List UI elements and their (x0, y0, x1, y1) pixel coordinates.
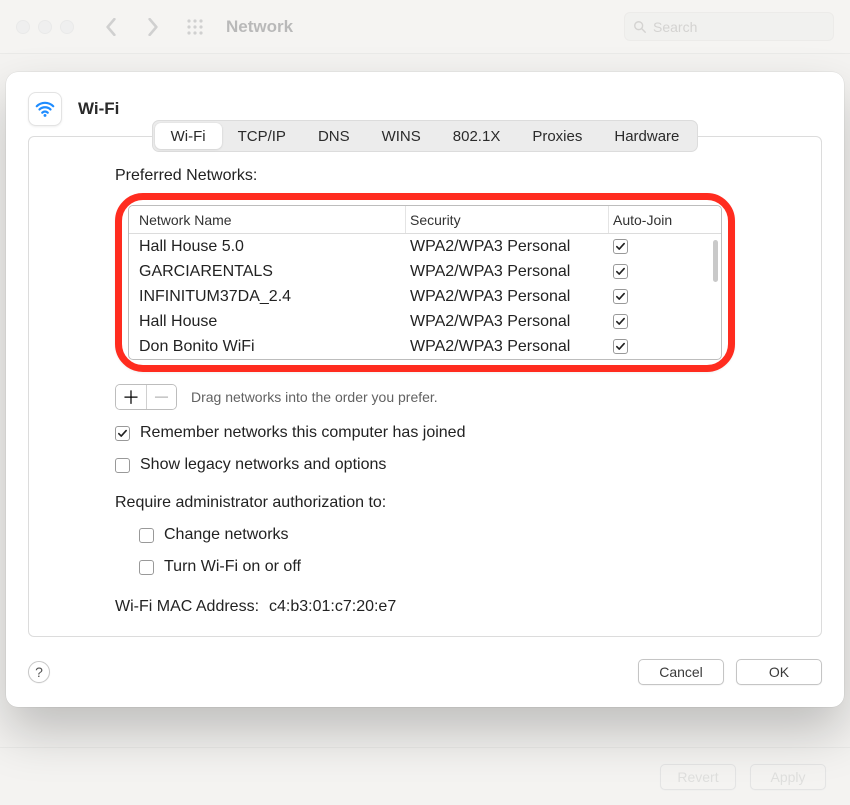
tab-hardware[interactable]: Hardware (598, 123, 695, 149)
forward-button[interactable] (138, 14, 168, 40)
back-button[interactable] (96, 14, 126, 40)
show-legacy-label: Show legacy networks and options (140, 456, 386, 474)
annotation-highlight: Network Name Security Auto-Join Hall Hou… (115, 193, 735, 372)
grid-icon (186, 18, 204, 36)
autojoin-checkbox[interactable] (613, 314, 628, 329)
system-preferences-window: Network Search Revert Apply Wi-Fi Wi-FiT… (0, 0, 850, 805)
autojoin-checkbox[interactable] (613, 239, 628, 254)
traffic-lights (16, 20, 74, 34)
scrollbar-thumb[interactable] (713, 240, 718, 282)
preferred-networks-label: Preferred Networks: (115, 167, 735, 185)
apply-button[interactable]: Apply (750, 764, 826, 790)
remember-networks-label: Remember networks this computer has join… (140, 424, 465, 442)
sheet-title: Wi-Fi (78, 99, 119, 119)
table-row[interactable]: Hall HouseWPA2/WPA3 Personal (129, 309, 721, 334)
zoom-window-icon[interactable] (60, 20, 74, 34)
tab-dns[interactable]: DNS (302, 123, 366, 149)
table-row[interactable]: Don Bonito WiFiWPA2/WPA3 Personal (129, 334, 721, 359)
search-placeholder: Search (653, 19, 697, 35)
table-row[interactable]: INFINITUM37DA_2.4WPA2/WPA3 Personal (129, 284, 721, 309)
network-name: INFINITUM37DA_2.4 (129, 288, 406, 306)
network-name: GARCIARENTALS (129, 263, 406, 281)
tab-wins[interactable]: WINS (366, 123, 437, 149)
window-footer: Revert Apply (0, 747, 850, 805)
change-networks-checkbox[interactable] (139, 528, 154, 543)
mac-address-label: Wi-Fi MAC Address: (115, 598, 259, 616)
revert-button[interactable]: Revert (660, 764, 736, 790)
show-legacy-checkbox[interactable] (115, 458, 130, 473)
settings-panel: Wi-FiTCP/IPDNSWINS802.1XProxiesHardware … (28, 136, 822, 637)
network-security: WPA2/WPA3 Personal (406, 338, 609, 356)
chevron-right-icon (147, 18, 159, 36)
tab-wifi[interactable]: Wi-Fi (155, 123, 222, 149)
change-networks-label: Change networks (164, 526, 289, 544)
plus-icon: ＋ (122, 384, 140, 410)
window-title: Network (226, 17, 293, 37)
search-field[interactable]: Search (624, 12, 834, 41)
mac-address-value: c4:b3:01:c7:20:e7 (269, 598, 396, 616)
turn-wifi-label: Turn Wi-Fi on or off (164, 558, 301, 576)
toolbar: Network Search (0, 0, 850, 54)
column-header-security[interactable]: Security (406, 206, 609, 233)
autojoin-checkbox[interactable] (613, 264, 628, 279)
network-security: WPA2/WPA3 Personal (406, 288, 609, 306)
network-security: WPA2/WPA3 Personal (406, 313, 609, 331)
search-icon (633, 20, 647, 34)
network-name: Hall House (129, 313, 406, 331)
tab-8021x[interactable]: 802.1X (437, 123, 517, 149)
tab-proxies[interactable]: Proxies (516, 123, 598, 149)
ok-button[interactable]: OK (736, 659, 822, 685)
autojoin-checkbox[interactable] (613, 339, 628, 354)
autojoin-checkbox[interactable] (613, 289, 628, 304)
preferred-networks-table[interactable]: Network Name Security Auto-Join Hall Hou… (128, 205, 722, 360)
tab-tcpip[interactable]: TCP/IP (222, 123, 302, 149)
close-window-icon[interactable] (16, 20, 30, 34)
minimize-window-icon[interactable] (38, 20, 52, 34)
remove-network-button[interactable]: － (146, 385, 176, 409)
column-header-autojoin[interactable]: Auto-Join (609, 206, 721, 233)
require-admin-label: Require administrator authorization to: (115, 494, 735, 512)
table-row[interactable]: Hall House 5.0WPA2/WPA3 Personal (129, 234, 721, 259)
table-row[interactable]: GARCIARENTALSWPA2/WPA3 Personal (129, 259, 721, 284)
drag-hint: Drag networks into the order you prefer. (191, 389, 438, 405)
turn-wifi-checkbox[interactable] (139, 560, 154, 575)
table-header: Network Name Security Auto-Join (129, 206, 721, 234)
column-header-name[interactable]: Network Name (129, 206, 406, 233)
network-security: WPA2/WPA3 Personal (406, 238, 609, 256)
remember-networks-checkbox[interactable] (115, 426, 130, 441)
cancel-button[interactable]: Cancel (638, 659, 724, 685)
minus-icon: － (153, 384, 171, 410)
help-button[interactable]: ? (28, 661, 50, 683)
network-security: WPA2/WPA3 Personal (406, 263, 609, 281)
tab-bar: Wi-FiTCP/IPDNSWINS802.1XProxiesHardware (152, 120, 699, 152)
network-name: Don Bonito WiFi (129, 338, 406, 356)
network-name: Hall House 5.0 (129, 238, 406, 256)
wifi-advanced-sheet: Wi-Fi Wi-FiTCP/IPDNSWINS802.1XProxiesHar… (6, 72, 844, 707)
chevron-left-icon (105, 18, 117, 36)
add-network-button[interactable]: ＋ (116, 385, 146, 409)
add-remove-group: ＋ － (115, 384, 177, 410)
show-all-button[interactable] (180, 14, 210, 40)
